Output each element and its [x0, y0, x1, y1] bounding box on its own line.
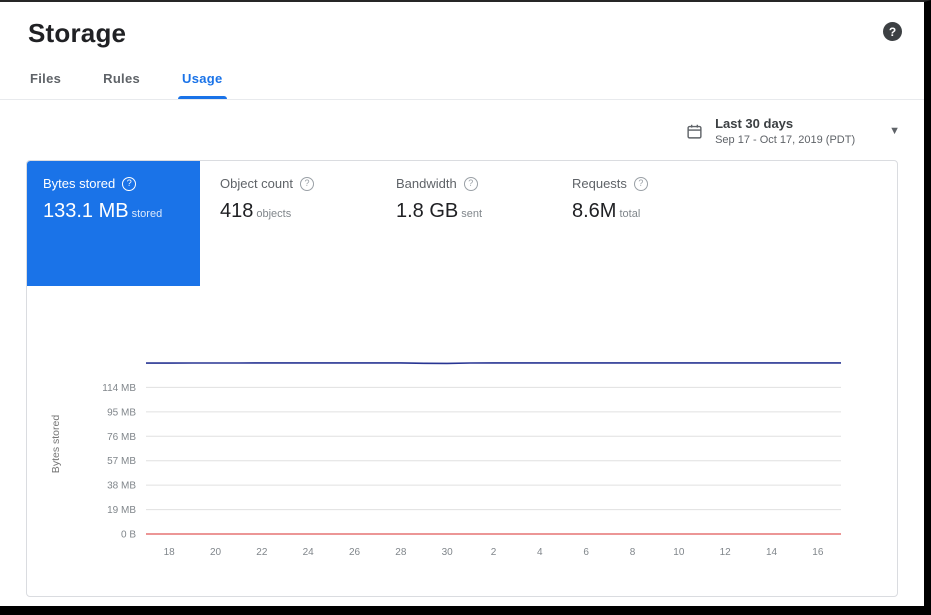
svg-text:38 MB: 38 MB: [107, 481, 136, 492]
metric-title-text: Bandwidth: [396, 176, 457, 191]
help-outline-icon[interactable]: ?: [300, 177, 314, 191]
metric-value: 133.1 MBstored: [43, 200, 184, 223]
tab-usage[interactable]: Usage: [180, 59, 225, 99]
date-range-label: Last 30 days: [715, 116, 855, 131]
metric-unit-text: total: [619, 208, 640, 220]
metric-title: Bytes stored ?: [43, 176, 184, 191]
tab-files[interactable]: Files: [28, 59, 63, 99]
help-outline-icon[interactable]: ?: [634, 177, 648, 191]
metric-unit-text: objects: [256, 208, 291, 220]
metric-title: Requests ?: [572, 176, 716, 191]
svg-text:28: 28: [395, 547, 407, 558]
chevron-down-icon[interactable]: ▼: [889, 125, 900, 137]
help-icon[interactable]: ?: [883, 22, 902, 41]
metric-object-count[interactable]: Object count ? 418objects: [200, 161, 376, 223]
metric-value-text: 418: [220, 200, 253, 222]
date-range-dates: Sep 17 - Oct 17, 2019 (PDT): [715, 134, 855, 146]
help-outline-icon[interactable]: ?: [464, 177, 478, 191]
calendar-icon: [686, 123, 703, 140]
metric-bandwidth[interactable]: Bandwidth ? 1.8 GBsent: [376, 161, 552, 223]
metric-title: Bandwidth ?: [396, 176, 540, 191]
metric-bytes-stored[interactable]: Bytes stored ? 133.1 MBstored: [27, 161, 200, 286]
tab-bar: Files Rules Usage: [0, 59, 924, 100]
date-range-picker[interactable]: Last 30 days Sep 17 - Oct 17, 2019 (PDT)…: [0, 100, 924, 146]
metric-title-text: Bytes stored: [43, 176, 115, 191]
metric-value-text: 133.1 MB: [43, 200, 129, 222]
svg-text:18: 18: [164, 547, 176, 558]
metrics-row: Bytes stored ? 133.1 MBstored Object cou…: [27, 161, 897, 286]
svg-text:76 MB: 76 MB: [107, 432, 136, 443]
svg-text:30: 30: [442, 547, 454, 558]
page-header: Storage ?: [0, 2, 924, 59]
metric-value-text: 8.6M: [572, 200, 616, 222]
metric-requests[interactable]: Requests ? 8.6Mtotal: [552, 161, 728, 223]
storage-page: Storage ? Files Rules Usage Last 30 days…: [0, 2, 924, 606]
help-outline-icon[interactable]: ?: [122, 177, 136, 191]
svg-text:14: 14: [766, 547, 778, 558]
metric-title-text: Object count: [220, 176, 293, 191]
svg-text:12: 12: [720, 547, 732, 558]
svg-text:95 MB: 95 MB: [107, 407, 136, 418]
metric-unit-text: sent: [461, 208, 482, 220]
svg-text:19 MB: 19 MB: [107, 505, 136, 516]
metric-value: 8.6Mtotal: [572, 200, 716, 223]
metric-value: 1.8 GBsent: [396, 200, 540, 223]
svg-text:57 MB: 57 MB: [107, 456, 136, 467]
svg-text:24: 24: [303, 547, 315, 558]
metric-value-text: 1.8 GB: [396, 200, 458, 222]
metric-title-text: Requests: [572, 176, 627, 191]
usage-chart: 114 MB95 MB76 MB57 MB38 MB19 MB0 B182022…: [41, 338, 886, 580]
svg-text:4: 4: [537, 547, 543, 558]
svg-text:8: 8: [630, 547, 636, 558]
svg-text:20: 20: [210, 547, 222, 558]
svg-text:Bytes stored: Bytes stored: [50, 415, 62, 474]
svg-text:26: 26: [349, 547, 361, 558]
metric-title: Object count ?: [220, 176, 364, 191]
svg-text:2: 2: [491, 547, 497, 558]
svg-text:10: 10: [673, 547, 685, 558]
svg-text:22: 22: [256, 547, 268, 558]
metric-unit-text: stored: [132, 208, 163, 220]
svg-text:114 MB: 114 MB: [102, 383, 136, 394]
usage-card: Bytes stored ? 133.1 MBstored Object cou…: [26, 160, 898, 597]
svg-text:0 B: 0 B: [121, 530, 136, 541]
metric-value: 418objects: [220, 200, 364, 223]
tab-rules[interactable]: Rules: [101, 59, 142, 99]
svg-text:6: 6: [583, 547, 589, 558]
usage-chart-area: 114 MB95 MB76 MB57 MB38 MB19 MB0 B182022…: [27, 338, 897, 585]
svg-text:16: 16: [812, 547, 824, 558]
date-range-text[interactable]: Last 30 days Sep 17 - Oct 17, 2019 (PDT): [715, 116, 855, 146]
page-title: Storage: [28, 18, 896, 49]
